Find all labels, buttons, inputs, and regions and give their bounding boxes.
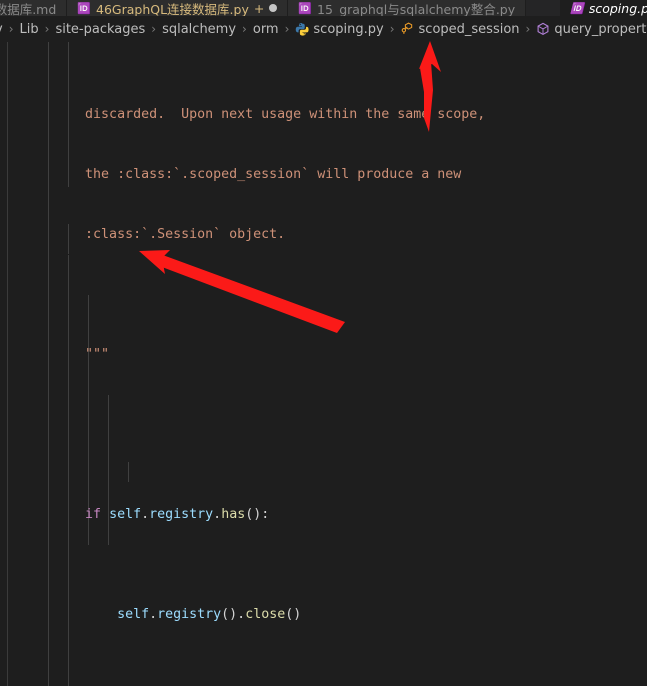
method-has: has: [221, 507, 246, 522]
dot: .: [213, 507, 222, 522]
tab-dirty-marker: +: [253, 0, 265, 16]
code-line: self.registry().close(): [0, 605, 605, 625]
call-parens: ():: [245, 507, 270, 522]
breadcrumb-label: scoping.py: [313, 21, 384, 37]
tab-markdown-file[interactable]: ◆ 数据库.md: [0, 0, 68, 17]
breadcrumb-label: sqlalchemy: [162, 21, 237, 37]
docstring-text: the :class:`.scoped_session` will produc…: [21, 167, 462, 182]
breadcrumb-item-lib[interactable]: Lib: [19, 22, 40, 37]
breadcrumb-label: site-packages: [55, 21, 146, 37]
identifier-registry: registry: [149, 507, 214, 522]
tab-graphql-sqlalchemy-file[interactable]: 🆔 15_graphql与sqlalchemy整合.py: [288, 0, 527, 17]
breadcrumb-label: orm: [252, 21, 279, 37]
code-line: :class:`.Session` object.: [0, 225, 605, 245]
code-line: """: [0, 345, 605, 365]
python-icon: 🆔: [77, 1, 91, 15]
breadcrumb-separator-icon: ›: [44, 22, 50, 36]
breadcrumb-separator-icon: ›: [389, 22, 395, 36]
breadcrumb-separator-icon: ›: [525, 22, 531, 36]
identifier-self: self: [117, 607, 150, 622]
tab-label: 15_graphql与sqlalchemy整合.py: [317, 1, 516, 17]
code-line: the :class:`.scoped_session` will produc…: [0, 165, 605, 185]
breadcrumb-label: Lib: [19, 21, 39, 37]
docstring-terminator: """: [21, 347, 110, 362]
tab-label: scoping.py: [588, 0, 647, 16]
breadcrumb-label: scoped_session: [418, 21, 520, 37]
dot: .: [149, 607, 158, 622]
identifier-registry: registry: [157, 607, 222, 622]
call-parens: (): [285, 607, 302, 622]
editor-tab-strip: ◆ 数据库.md 🆔 46GraphQL连接数据库.py + 🆔 15_grap…: [0, 0, 647, 16]
tab-unsaved-dot[interactable]: [269, 4, 278, 12]
breadcrumb-item-sqlalchemy[interactable]: sqlalchemy: [161, 22, 237, 37]
method-symbol-icon: [536, 22, 550, 36]
tab-label: 46GraphQL连接数据库.py: [96, 1, 249, 17]
docstring-text: :class:`.Session` object.: [21, 227, 286, 242]
breadcrumb-label: query_property: [554, 21, 647, 37]
code-editor[interactable]: discarded. Upon next usage within the sa…: [0, 42, 647, 686]
code-content[interactable]: discarded. Upon next usage within the sa…: [0, 42, 605, 686]
tab-graphql-db-file[interactable]: 🆔 46GraphQL连接数据库.py +: [67, 0, 289, 17]
code-line: if self.registry.has():: [0, 505, 605, 525]
call-parens: ().: [221, 607, 246, 622]
vscode-window: ◆ 数据库.md 🆔 46GraphQL连接数据库.py + 🆔 15_grap…: [0, 0, 647, 686]
code-line: discarded. Upon next usage within the sa…: [0, 105, 605, 125]
python-icon: [295, 22, 309, 36]
breadcrumb-separator-icon: ›: [242, 22, 247, 36]
breadcrumb-separator-icon: ›: [8, 22, 14, 36]
class-symbol-icon: [401, 22, 415, 36]
breadcrumb-label: v: [0, 22, 3, 37]
keyword-if: if: [85, 507, 102, 522]
identifier-self: self: [109, 507, 142, 522]
python-icon: 🆔: [570, 1, 584, 15]
tab-label: 数据库.md: [0, 1, 57, 17]
python-icon: 🆔: [298, 1, 313, 15]
breadcrumb-item-scoping-py[interactable]: scoping.py: [294, 22, 384, 37]
breadcrumb: v › Lib › site-packages › sqlalchemy › o…: [0, 16, 647, 42]
method-close: close: [245, 607, 286, 622]
breadcrumb-item-orm[interactable]: orm: [252, 22, 280, 37]
breadcrumb-separator-icon: ›: [284, 22, 290, 36]
breadcrumb-item-site-packages[interactable]: site-packages: [54, 22, 146, 37]
breadcrumb-item-query-property[interactable]: query_property: [535, 22, 647, 37]
dot: .: [141, 507, 150, 522]
docstring-text: discarded. Upon next usage within the sa…: [21, 107, 486, 122]
breadcrumb-item-scoped-session[interactable]: scoped_session: [400, 22, 521, 37]
breadcrumb-separator-icon: ›: [151, 22, 157, 36]
tab-scoping-py[interactable]: 🆔 scoping.py: [560, 0, 647, 16]
